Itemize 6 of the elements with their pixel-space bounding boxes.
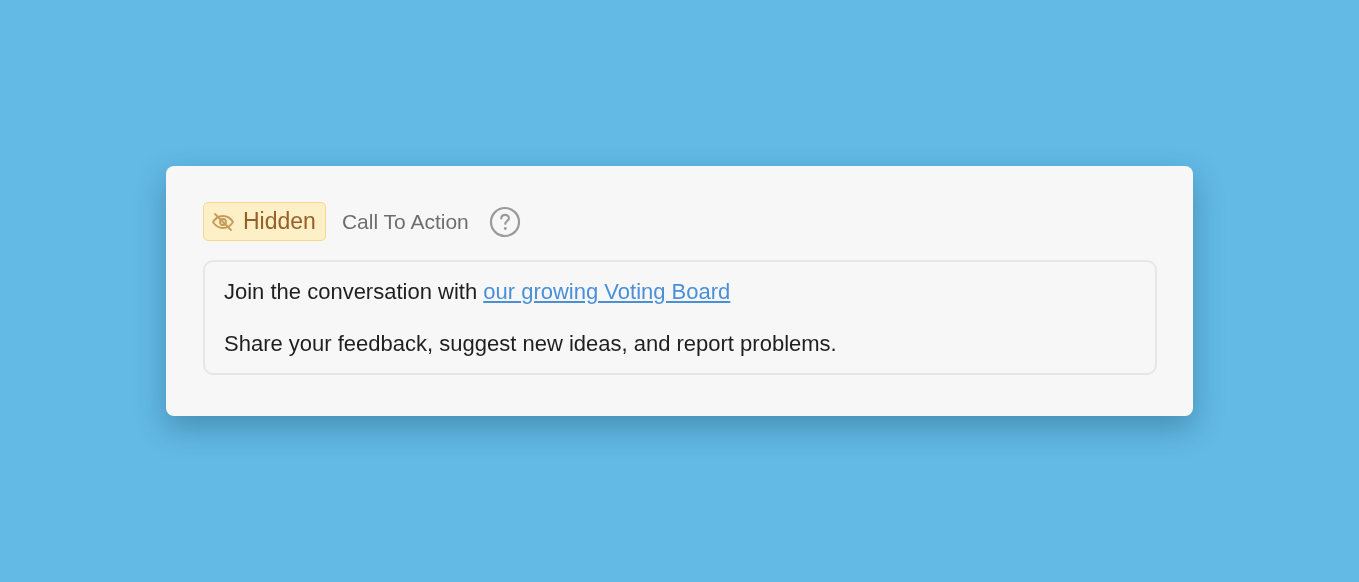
block-title: Call To Action	[341, 209, 469, 234]
voting-board-link[interactable]: our growing Voting Board	[483, 279, 731, 304]
help-icon[interactable]	[488, 205, 521, 238]
paragraph: Join the conversation with our growing Voting Board	[224, 278, 732, 306]
paragraph: Share your feedback, suggest new ideas, and report problems.	[224, 330, 838, 358]
badge-label: Hidden	[243, 208, 316, 235]
